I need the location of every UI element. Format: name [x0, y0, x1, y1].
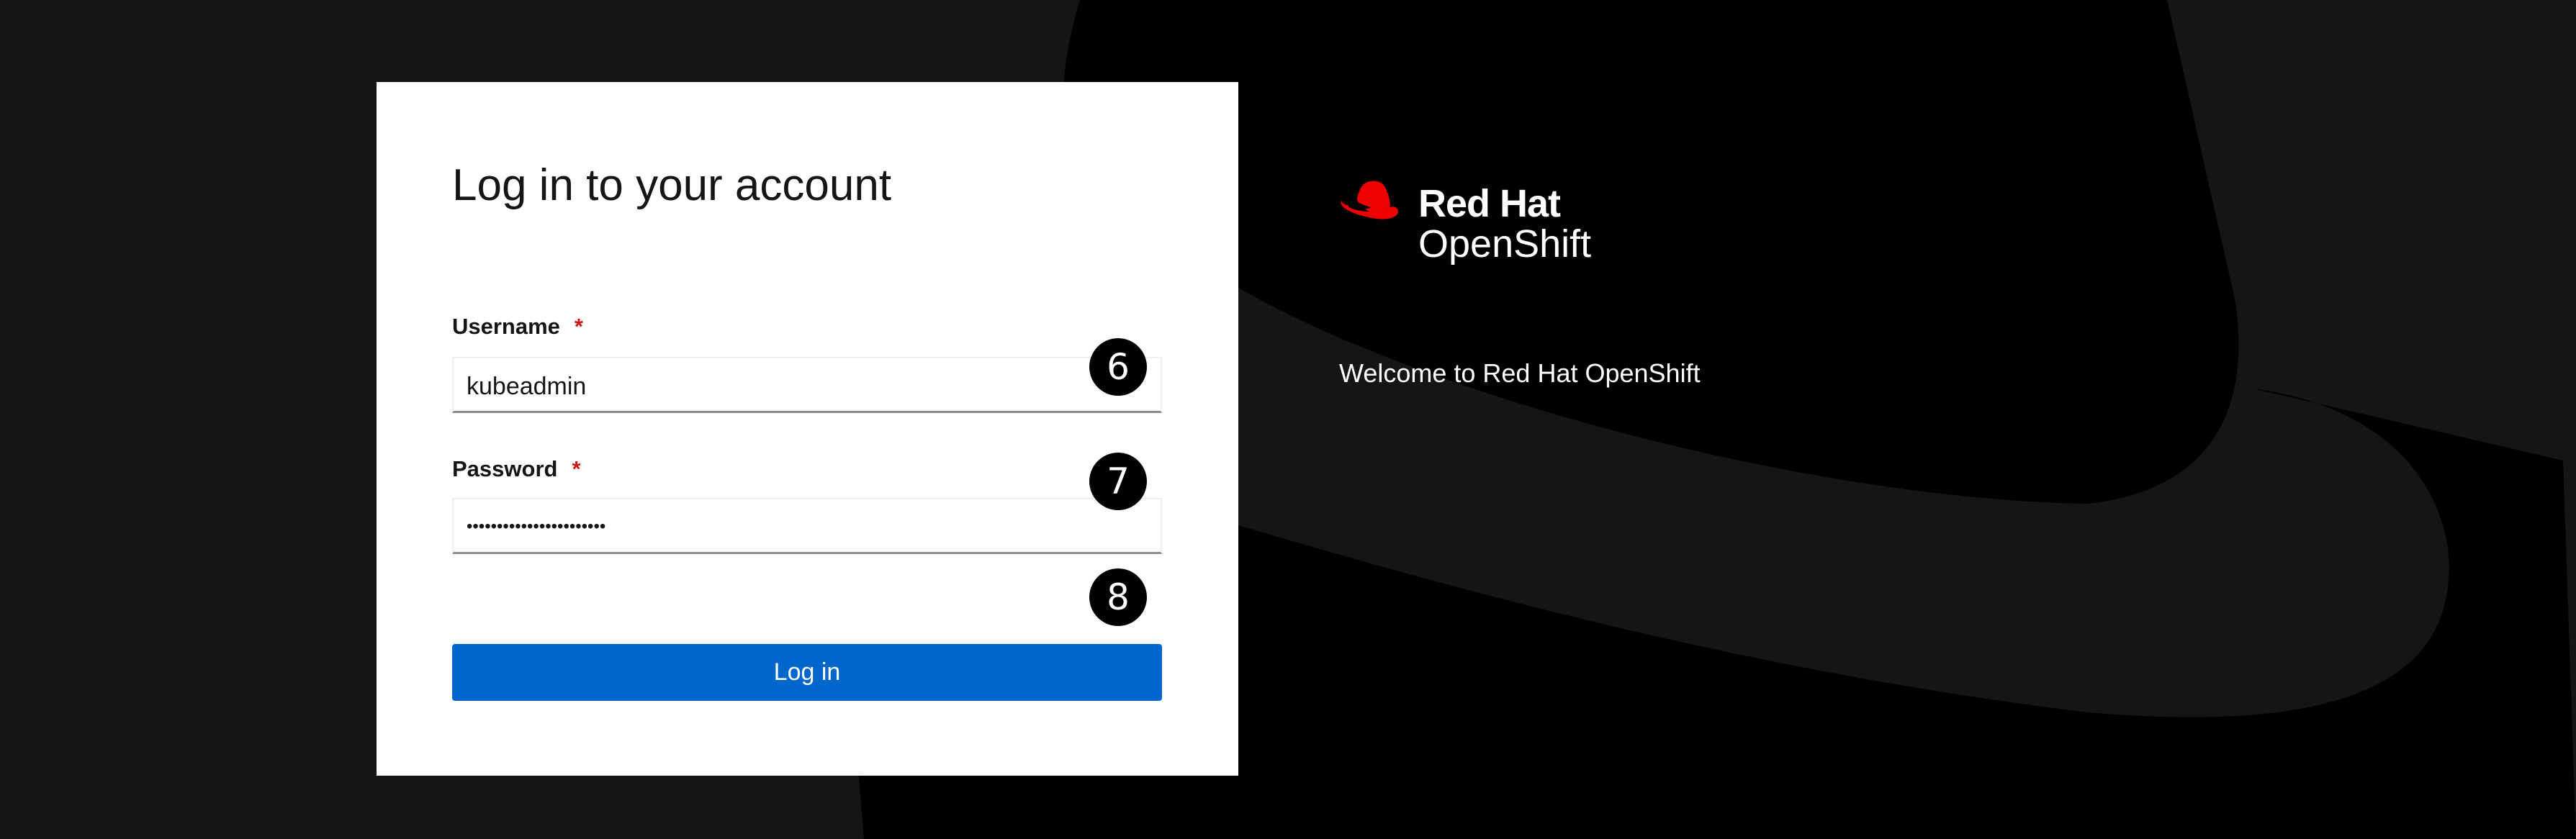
step-badge-6: 6 — [1089, 338, 1147, 396]
password-label-text: Password — [452, 456, 558, 481]
login-page: Log in to your account Username * kubeadm… — [0, 0, 2576, 839]
required-indicator: * — [572, 456, 581, 481]
hat-crown-shape — [1063, 0, 2239, 507]
username-label: Username * — [452, 314, 583, 340]
welcome-message: Welcome to Red Hat OpenShift — [1339, 358, 1701, 388]
step-badge-8: 8 — [1089, 568, 1147, 626]
login-card: Log in to your account Username * kubeadm… — [377, 82, 1238, 776]
step-badge-7: 7 — [1089, 453, 1147, 510]
username-input[interactable]: kubeadmin — [452, 357, 1162, 413]
password-input[interactable]: ••••••••••••••••••••••• — [452, 498, 1162, 554]
username-value: kubeadmin — [467, 373, 587, 400]
brand-line-redhat: Red Hat — [1418, 182, 1561, 225]
brand-logo: Red Hat OpenShift — [1338, 178, 1611, 272]
username-label-text: Username — [452, 314, 560, 339]
required-indicator: * — [574, 314, 583, 339]
redhat-fedora-icon — [1341, 181, 1398, 219]
password-value: ••••••••••••••••••••••• — [467, 517, 606, 536]
login-button[interactable]: Log in — [452, 644, 1162, 701]
page-title: Log in to your account — [452, 160, 892, 210]
password-label: Password * — [452, 456, 581, 482]
brand-line-openshift: OpenShift — [1418, 222, 1592, 266]
